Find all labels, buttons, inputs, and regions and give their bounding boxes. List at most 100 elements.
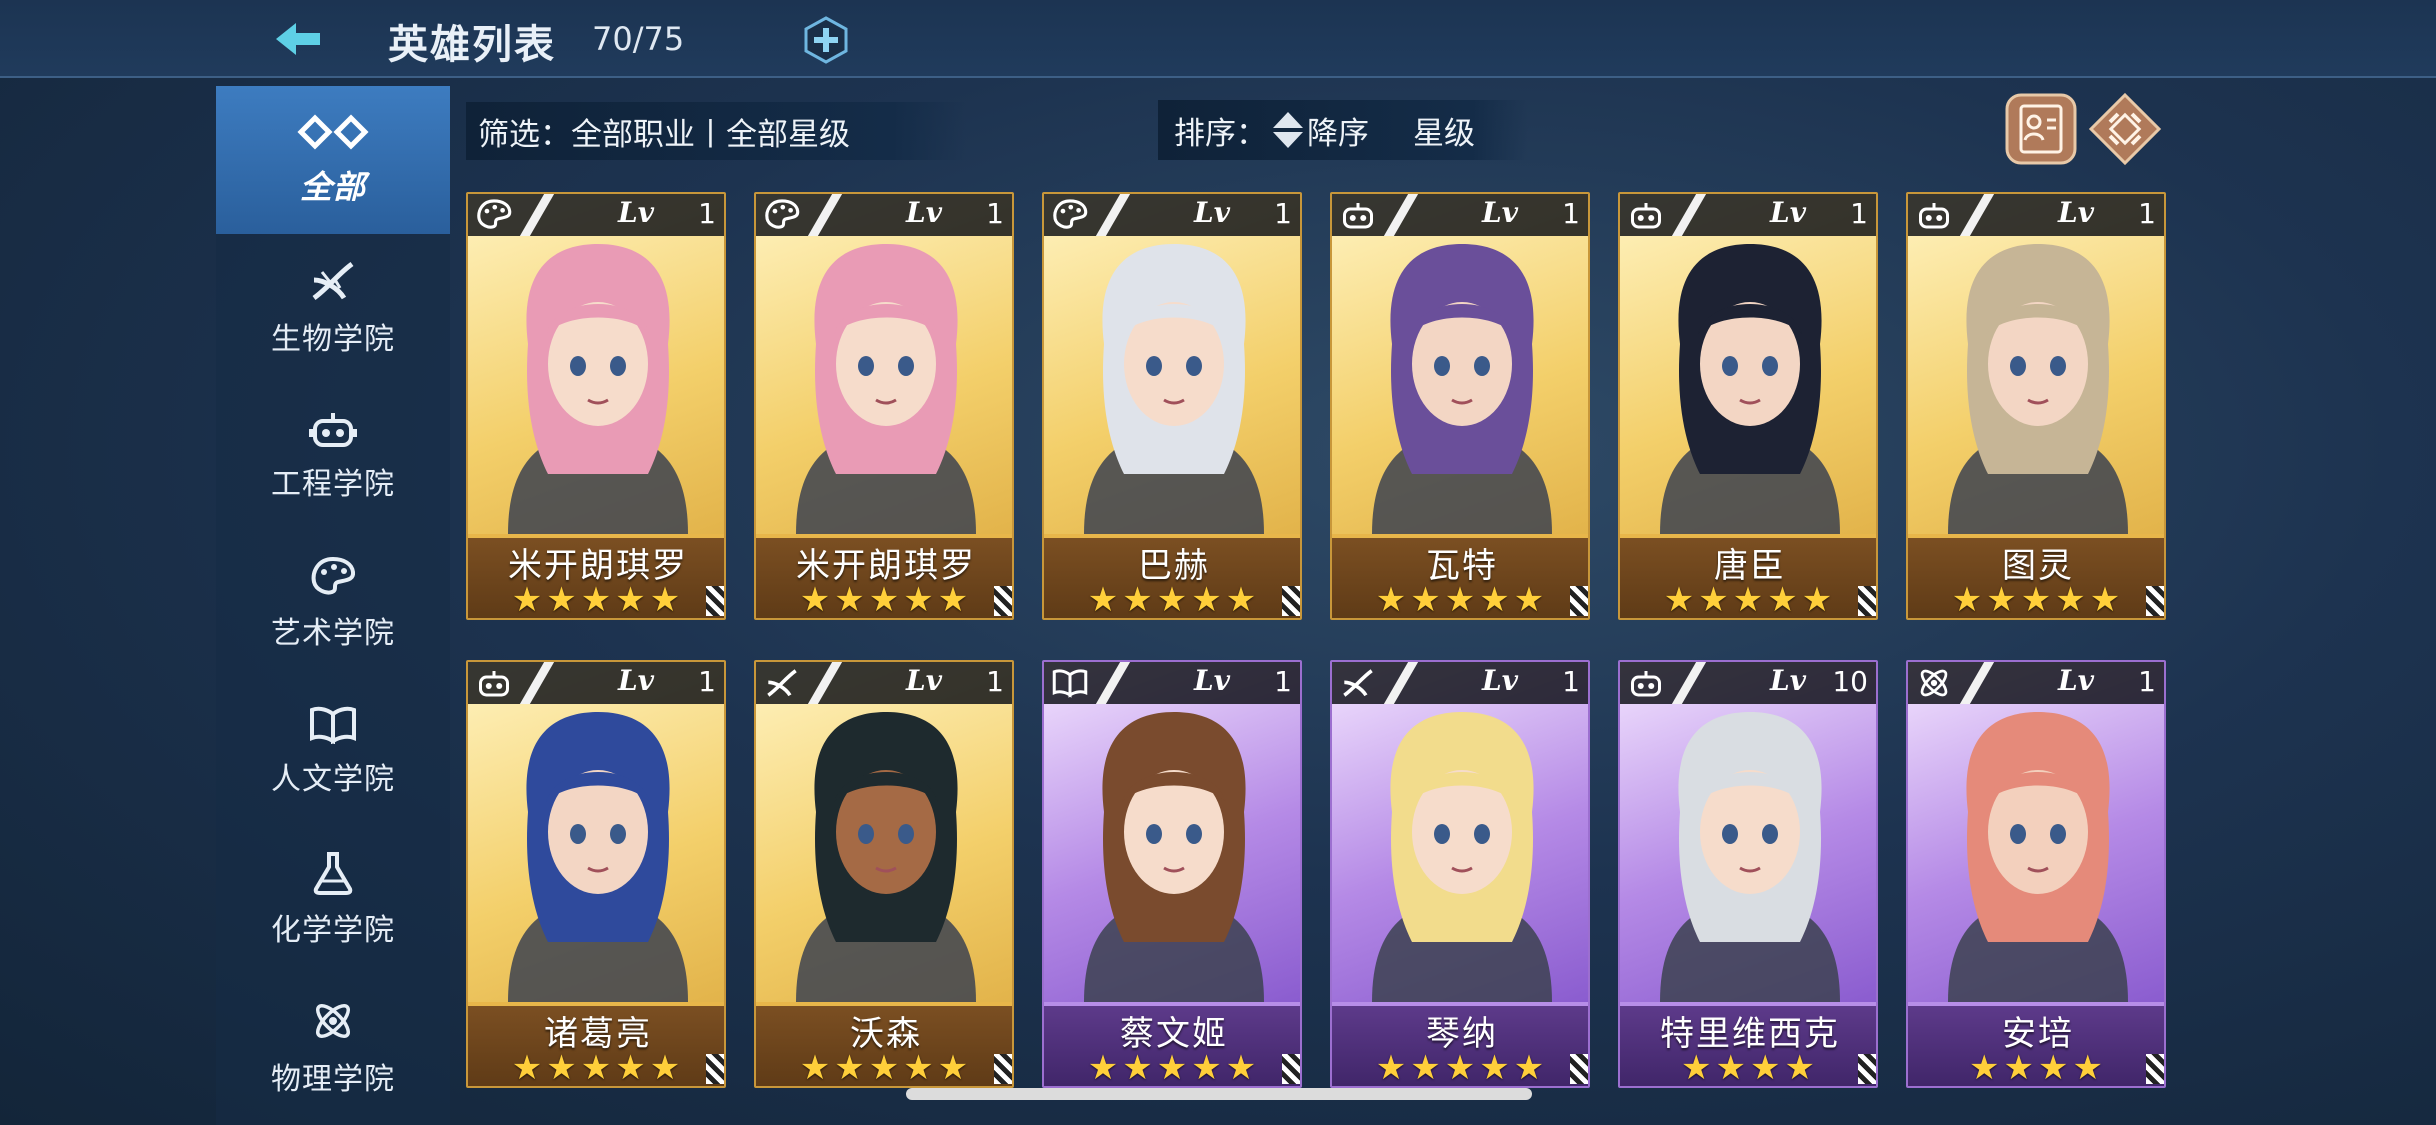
top-bar: 英雄列表 70/75 <box>0 0 2436 78</box>
hero-portrait <box>1332 194 1588 534</box>
checkered-flag-icon <box>1570 1054 1588 1084</box>
flask-icon <box>313 852 353 895</box>
hero-card[interactable]: Lv 1 诸葛亮 ★★★★★ <box>466 660 726 1088</box>
plus-icon <box>804 16 848 64</box>
star-rating: ★★★★★ <box>1951 580 2125 620</box>
sidebar-item-biology[interactable]: 生物学院 <box>216 234 450 382</box>
level-label: Lv <box>1482 196 1518 229</box>
expand-icon <box>2088 92 2162 166</box>
level-label: Lv <box>906 196 942 229</box>
robot-icon <box>309 413 357 447</box>
sidebar-item-all[interactable]: 全部 <box>216 86 450 234</box>
atom-icon <box>1916 665 1952 701</box>
hero-portrait <box>1620 662 1876 1002</box>
hero-card[interactable]: Lv 1 瓦特 ★★★★★ <box>1330 192 1590 620</box>
level-value: 1 <box>1274 197 1292 230</box>
hero-card[interactable]: Lv 1 图灵 ★★★★★ <box>1906 192 2166 620</box>
hero-card-view-button[interactable] <box>2004 92 2078 166</box>
star-rating: ★★★★★ <box>511 580 685 620</box>
header-stripe <box>1383 662 1419 704</box>
level-label: Lv <box>1770 196 1806 229</box>
filter-button[interactable]: 筛选：全部职业丨全部星级 <box>466 102 966 160</box>
hero-card[interactable]: Lv 1 米开朗琪罗 ★★★★★ <box>754 192 1014 620</box>
robot-icon <box>476 665 512 701</box>
checkered-flag-icon <box>706 586 724 616</box>
checkered-flag-icon <box>706 1054 724 1084</box>
sort-field[interactable]: 星级 <box>1413 108 1475 153</box>
card-header: Lv 1 <box>1044 662 1300 704</box>
hero-count: 70/75 <box>592 20 685 58</box>
checkered-flag-icon <box>1858 1054 1876 1084</box>
level-value: 10 <box>1832 665 1868 698</box>
card-header: Lv 1 <box>1332 194 1588 236</box>
sidebar-item-chemistry[interactable]: 化学学院 <box>216 826 450 974</box>
atom-icon <box>316 1004 350 1038</box>
level-value: 1 <box>2138 665 2156 698</box>
hero-portrait <box>756 194 1012 534</box>
level-value: 1 <box>1562 197 1580 230</box>
palette-icon <box>764 197 800 233</box>
hero-card[interactable]: Lv 1 琴纳 ★★★★★ <box>1330 660 1590 1088</box>
sort-arrows-icon[interactable] <box>1271 110 1305 150</box>
category-sidebar: 全部 生物学院 工程学院 艺术学院 人文学院 化学学院 物理学院 <box>216 86 450 1125</box>
card-header: Lv 1 <box>468 662 724 704</box>
card-header: Lv 1 <box>756 194 1012 236</box>
hero-card[interactable]: Lv 1 蔡文姬 ★★★★★ <box>1042 660 1302 1088</box>
star-rating: ★★★★★ <box>799 1048 973 1088</box>
filter-label: 筛选：全部职业丨全部星级 <box>478 116 850 153</box>
book-icon <box>1052 665 1088 701</box>
sort-order[interactable]: 降序 <box>1307 108 1369 153</box>
hero-card[interactable]: Lv 10 特里维西克 ★★★★ <box>1618 660 1878 1088</box>
card-header: Lv 1 <box>1332 662 1588 704</box>
sidebar-item-label: 物理学院 <box>271 1062 395 1097</box>
level-value: 1 <box>1850 197 1868 230</box>
back-button[interactable] <box>268 12 328 66</box>
sidebar-item-label: 全部 <box>299 168 366 206</box>
sidebar-item-engineering[interactable]: 工程学院 <box>216 382 450 530</box>
hero-card[interactable]: Lv 1 唐臣 ★★★★★ <box>1618 192 1878 620</box>
checkered-flag-icon <box>1282 586 1300 616</box>
level-value: 1 <box>986 665 1004 698</box>
level-label: Lv <box>1194 196 1230 229</box>
expand-view-button[interactable] <box>2088 92 2162 166</box>
palette-icon <box>311 556 356 595</box>
level-label: Lv <box>2058 664 2094 697</box>
level-label: Lv <box>1194 664 1230 697</box>
sidebar-item-humanities[interactable]: 人文学院 <box>216 678 450 826</box>
palette-icon <box>1052 197 1088 233</box>
sidebar-item-physics[interactable]: 物理学院 <box>216 974 450 1122</box>
checkered-flag-icon <box>994 586 1012 616</box>
checkered-flag-icon <box>1282 1054 1300 1084</box>
header-stripe <box>1959 662 1995 704</box>
hero-card[interactable]: Lv 1 巴赫 ★★★★★ <box>1042 192 1302 620</box>
star-rating: ★★★★★ <box>1375 580 1549 620</box>
star-rating: ★★★★ <box>1969 1048 2107 1088</box>
dna-icon <box>1340 665 1376 701</box>
level-value: 1 <box>1562 665 1580 698</box>
header-stripe <box>807 662 843 704</box>
sidebar-item-label: 艺术学院 <box>271 616 395 651</box>
star-rating: ★★★★★ <box>1087 1048 1261 1088</box>
level-label: Lv <box>2058 196 2094 229</box>
sidebar-item-art[interactable]: 艺术学院 <box>216 530 450 678</box>
header-stripe <box>1095 662 1131 704</box>
level-label: Lv <box>1482 664 1518 697</box>
card-header: Lv 1 <box>468 194 724 236</box>
checkered-flag-icon <box>1570 586 1588 616</box>
add-slot-button[interactable] <box>802 16 850 64</box>
star-rating: ★★★★★ <box>1087 580 1261 620</box>
hero-card[interactable]: Lv 1 安培 ★★★★ <box>1906 660 2166 1088</box>
book-icon <box>310 706 356 744</box>
hero-card[interactable]: Lv 1 米开朗琪罗 ★★★★★ <box>466 192 726 620</box>
header-stripe <box>519 662 555 704</box>
hero-portrait <box>1620 194 1876 534</box>
page-title: 英雄列表 <box>388 22 556 68</box>
robot-icon <box>1916 197 1952 233</box>
checkered-flag-icon <box>2146 586 2164 616</box>
card-header: Lv 1 <box>1620 194 1876 236</box>
hero-card[interactable]: Lv 1 沃森 ★★★★★ <box>754 660 1014 1088</box>
hero-portrait <box>1044 662 1300 1002</box>
dna-icon <box>764 665 800 701</box>
palette-icon <box>476 197 512 233</box>
sort-control[interactable]: 排序： 降序 星级 <box>1158 100 1528 160</box>
